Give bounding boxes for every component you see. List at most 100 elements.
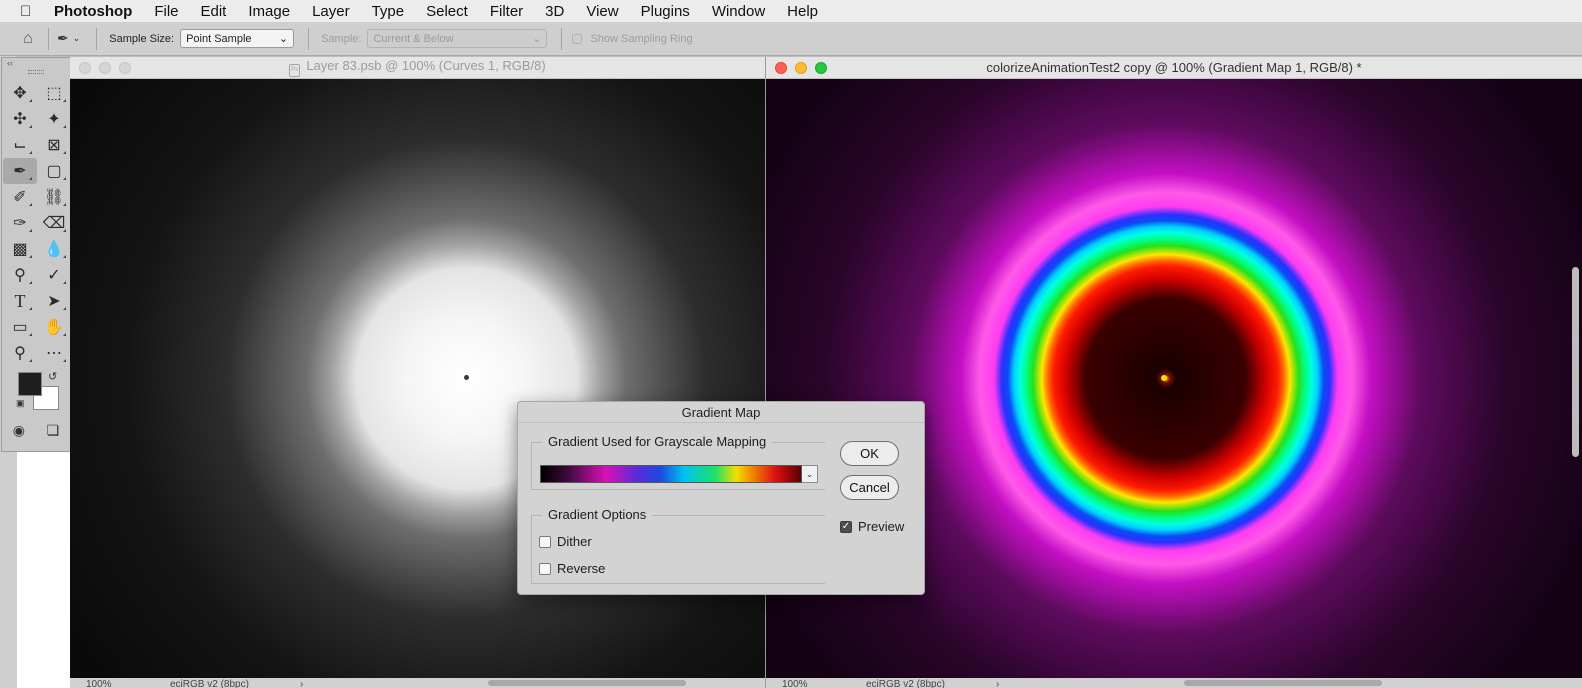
- chevron-down-icon: ⌄: [278, 33, 289, 45]
- crop-tool-icon[interactable]: ⌙: [3, 132, 37, 158]
- document-title-text: Layer 83.psb @ 100% (Curves 1, RGB/8): [306, 58, 546, 73]
- quick-mask-icon[interactable]: ◉: [13, 422, 25, 439]
- gradient-preview-bar[interactable]: [540, 465, 802, 483]
- rectangle-tool-icon[interactable]: ▭: [3, 314, 37, 340]
- sample-size-select[interactable]: Point Sample ⌄: [180, 29, 295, 48]
- menu-app-name[interactable]: Photoshop: [54, 3, 132, 20]
- hand-tool-icon[interactable]: ✋: [37, 314, 71, 340]
- minimize-button[interactable]: [795, 61, 807, 74]
- separator: [96, 27, 98, 50]
- clone-stamp-tool-icon[interactable]: ⛓: [37, 184, 71, 210]
- tools-panel: ‹‹ ✥ ⬚ ✣ ✦ ⌙ ⊠ ✒ ▢ ✐ ⛓ ✑ ⌫ ▩ 💧 ⚲ ✓ T ➤ ▭…: [1, 57, 71, 452]
- color-profile: eciRGB v2 (8bpc): [866, 679, 945, 688]
- pen-tool-icon[interactable]: ✓: [37, 262, 71, 288]
- document-titlebar[interactable]: colorizeAnimationTest2 copy @ 100% (Grad…: [766, 57, 1582, 79]
- gradient-tool-icon[interactable]: ▩: [3, 236, 37, 262]
- preview-option[interactable]: ✓ Preview: [840, 519, 904, 534]
- menu-image[interactable]: Image: [248, 3, 290, 20]
- document-title: colorizeAnimationTest2 copy @ 100% (Grad…: [986, 60, 1362, 75]
- default-colors-icon[interactable]: ▣: [16, 398, 25, 409]
- collapse-panel-icon[interactable]: ‹‹: [2, 58, 70, 68]
- home-icon[interactable]: ⌂: [16, 28, 40, 50]
- sample-select: Current & Below ⌄: [367, 29, 548, 48]
- sample-size-value: Point Sample: [186, 32, 252, 45]
- close-button[interactable]: [79, 61, 91, 74]
- menu-window[interactable]: Window: [712, 3, 765, 20]
- tool-preset-picker[interactable]: ✒ ⌄: [57, 30, 80, 47]
- document-titlebar[interactable]: Ps Layer 83.psb @ 100% (Curves 1, RGB/8): [70, 57, 765, 79]
- zoom-tool-icon[interactable]: ⚲: [3, 340, 37, 366]
- sample-value: Current & Below: [373, 32, 454, 45]
- menu-view[interactable]: View: [586, 3, 618, 20]
- blur-tool-icon[interactable]: 💧: [37, 236, 71, 262]
- color-swatches: ↺ ▣: [2, 370, 70, 418]
- menu-file[interactable]: File: [154, 3, 178, 20]
- apple-icon[interactable]: : [20, 3, 40, 20]
- dither-option[interactable]: Dither: [539, 534, 592, 549]
- show-sampling-ring-label: Show Sampling Ring: [590, 32, 693, 45]
- preview-label: Preview: [858, 519, 905, 534]
- sphere-center-dot: [1161, 375, 1167, 381]
- menu-3d[interactable]: 3D: [545, 3, 564, 20]
- show-sampling-ring-checkbox: [572, 33, 583, 44]
- psb-file-icon: Ps: [289, 64, 301, 77]
- minimize-button[interactable]: [99, 61, 111, 74]
- sample-size-label: Sample Size:: [109, 32, 175, 45]
- lasso-tool-icon[interactable]: ✣: [3, 106, 37, 132]
- menu-layer[interactable]: Layer: [312, 3, 350, 20]
- swap-colors-icon[interactable]: ↺: [48, 370, 57, 383]
- menu-plugins[interactable]: Plugins: [641, 3, 690, 20]
- foreground-color-swatch[interactable]: [18, 372, 42, 396]
- menu-select[interactable]: Select: [426, 3, 468, 20]
- eraser-tool-icon[interactable]: ⌫: [37, 210, 71, 236]
- chevron-down-icon: ⌄: [72, 33, 81, 43]
- menu-help[interactable]: Help: [787, 3, 818, 20]
- separator: [48, 27, 49, 50]
- vertical-scrollbar[interactable]: [1572, 267, 1579, 457]
- type-tool-icon[interactable]: T: [3, 288, 37, 314]
- screen-mode-icon[interactable]: ❏: [47, 422, 60, 439]
- menu-filter[interactable]: Filter: [490, 3, 523, 20]
- dither-label: Dither: [557, 534, 592, 549]
- horizontal-scrollbar[interactable]: [488, 680, 686, 686]
- dodge-tool-icon[interactable]: ⚲: [3, 262, 37, 288]
- path-selection-tool-icon[interactable]: ➤: [37, 288, 71, 314]
- separator: [561, 27, 563, 50]
- ok-button[interactable]: OK: [840, 441, 899, 466]
- reverse-checkbox[interactable]: [539, 562, 551, 575]
- zoom-button[interactable]: [119, 61, 131, 74]
- brush-tool-icon[interactable]: ✐: [3, 184, 37, 210]
- photoshop-workspace:  Photoshop File Edit Image Layer Type S…: [0, 0, 1582, 688]
- dither-checkbox[interactable]: [539, 535, 551, 548]
- zoom-level[interactable]: 100%: [782, 679, 808, 688]
- status-menu-icon[interactable]: ›: [996, 679, 999, 688]
- menu-bar:  Photoshop File Edit Image Layer Type S…: [0, 0, 1582, 22]
- window-controls: [775, 61, 835, 74]
- status-menu-icon[interactable]: ›: [300, 679, 303, 688]
- cancel-button[interactable]: Cancel: [840, 475, 899, 500]
- frame-tool-icon[interactable]: ⊠: [37, 132, 71, 158]
- reverse-label: Reverse: [557, 561, 606, 576]
- sphere-center-dot: [464, 375, 469, 380]
- separator: [308, 27, 310, 50]
- eyedropper-tool-icon[interactable]: ✒: [3, 158, 37, 184]
- edit-toolbar-icon[interactable]: ⋯: [37, 340, 71, 366]
- move-tool-icon[interactable]: ✥: [3, 80, 37, 106]
- close-button[interactable]: [775, 61, 787, 74]
- history-brush-tool-icon[interactable]: ✑: [3, 210, 37, 236]
- menu-type[interactable]: Type: [372, 3, 405, 20]
- menu-edit[interactable]: Edit: [201, 3, 227, 20]
- gradient-options-label: Gradient Options: [542, 507, 653, 522]
- healing-brush-tool-icon[interactable]: ▢: [37, 158, 71, 184]
- chevron-down-icon: ⌄: [805, 469, 814, 479]
- marquee-tool-icon[interactable]: ⬚: [37, 80, 71, 106]
- reverse-option[interactable]: Reverse: [539, 561, 605, 576]
- zoom-button[interactable]: [815, 61, 827, 74]
- preview-checkbox[interactable]: ✓: [840, 520, 852, 533]
- horizontal-scrollbar[interactable]: [1184, 680, 1382, 686]
- dialog-title: Gradient Map: [518, 402, 924, 423]
- zoom-level[interactable]: 100%: [86, 679, 112, 688]
- panel-grip[interactable]: [28, 70, 44, 74]
- magic-wand-tool-icon[interactable]: ✦: [37, 106, 71, 132]
- gradient-picker-dropdown[interactable]: ⌄: [802, 465, 818, 483]
